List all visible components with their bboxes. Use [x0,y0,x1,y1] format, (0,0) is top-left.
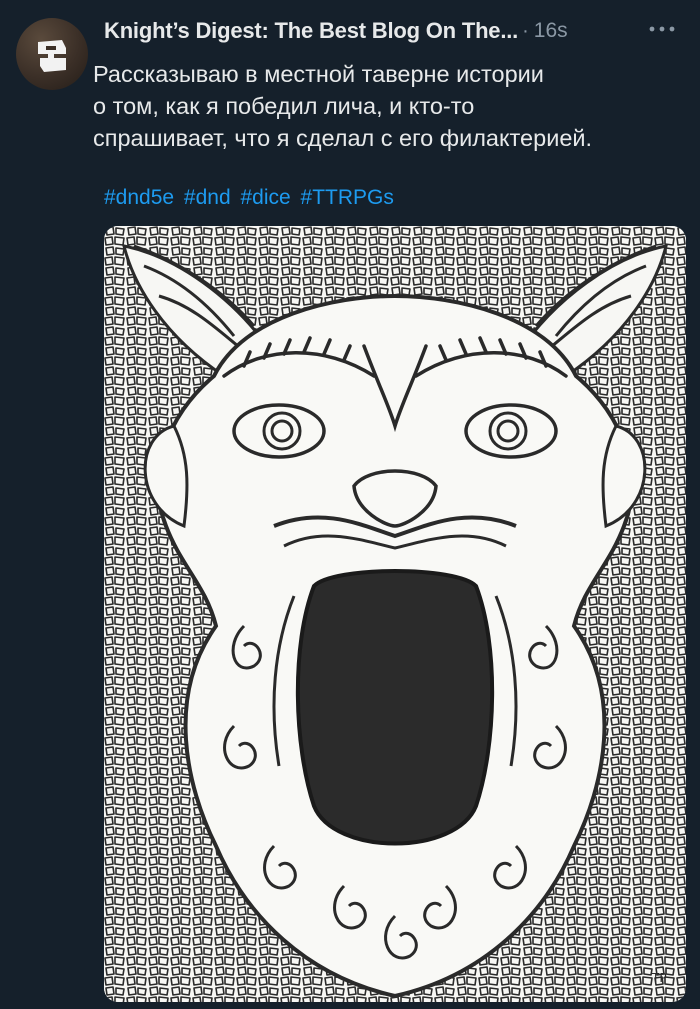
hashtag-dnd5e[interactable]: #dnd5e [104,186,174,209]
more-options-button[interactable] [642,14,682,44]
screaming-demon-mask-illustration: TP [104,226,686,1002]
avatar[interactable] [16,18,88,90]
hashtags: #dnd5e #dnd #dice #TTRPGs [104,184,398,212]
artist-signature: TP [651,971,667,985]
post: Knight’s Digest: The Best Blog On The...… [0,0,700,1009]
hashtag-dice[interactable]: #dice [240,186,290,209]
post-time[interactable]: 16s [534,19,568,43]
knight-helmet-icon [38,40,66,72]
separator-dot: · [522,19,529,42]
hashtag-dnd[interactable]: #dnd [184,186,231,209]
post-text: Рассказываю в местной таверне истории о … [93,61,593,151]
author-name[interactable]: Knight’s Digest: The Best Blog On The... [104,18,518,44]
post-header: Knight’s Digest: The Best Blog On The...… [104,14,686,48]
post-image[interactable]: TP [104,226,686,1002]
hashtag-ttrpgs[interactable]: #TTRPGs [301,186,394,209]
more-horizontal-icon [649,26,675,32]
